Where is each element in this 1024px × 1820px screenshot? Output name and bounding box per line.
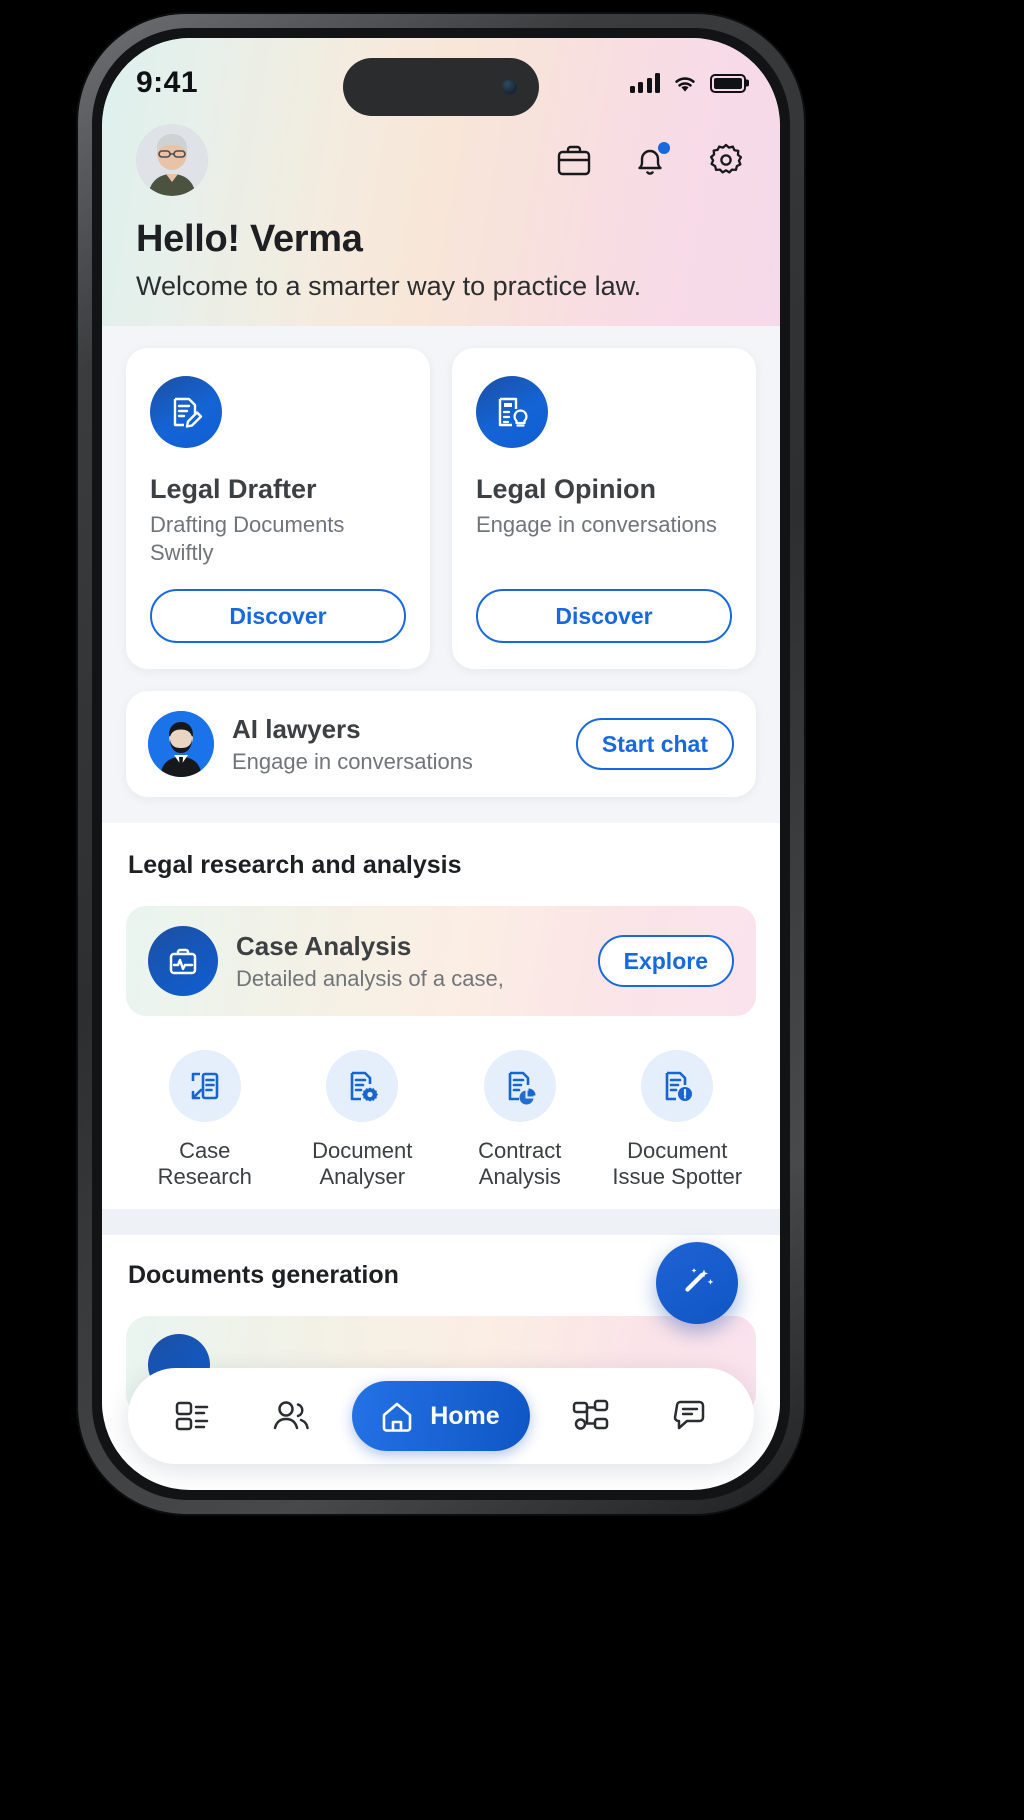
bottom-navigation: Home bbox=[128, 1368, 754, 1464]
quick-action-document-issue-spotter[interactable]: Document Issue Spotter bbox=[599, 1050, 757, 1191]
case-analysis-title: Case Analysis bbox=[236, 930, 412, 961]
card-subtitle: Drafting Documents Swiftly bbox=[150, 512, 345, 565]
briefcase-icon[interactable] bbox=[554, 140, 594, 180]
status-clock: 9:41 bbox=[136, 66, 199, 99]
label-line-1: Document bbox=[627, 1138, 728, 1163]
nav-item-home[interactable]: Home bbox=[352, 1381, 530, 1451]
label-line-1: Case bbox=[179, 1138, 231, 1163]
lawyer-avatar-icon bbox=[148, 711, 214, 777]
workflow-icon bbox=[572, 1399, 609, 1430]
header-row bbox=[136, 124, 746, 196]
card-legal-opinion[interactable]: Legal Opinion Engage in conversations Di… bbox=[452, 348, 756, 669]
section-divider bbox=[102, 1208, 780, 1235]
document-chart-icon bbox=[483, 1050, 556, 1122]
quick-action-case-research[interactable]: Case Research bbox=[126, 1050, 284, 1191]
document-alert-icon bbox=[641, 1050, 714, 1122]
ai-lawyers-text: AI lawyers Engage in conversations bbox=[232, 714, 558, 775]
discover-button-drafter[interactable]: Discover bbox=[150, 589, 406, 643]
quick-actions-grid: Case Research Document Analyser Contract… bbox=[126, 1050, 756, 1191]
quick-action-label: Case Research bbox=[158, 1138, 252, 1191]
document-lightbulb-icon bbox=[476, 376, 548, 448]
label-line-1: Contract bbox=[478, 1138, 562, 1163]
screenshot-root: 9:41 Hello! Verma Welcome to a smarter w… bbox=[0, 0, 1024, 1820]
document-edit-icon bbox=[150, 376, 222, 448]
quick-action-label: Document Analyser bbox=[312, 1138, 412, 1191]
quick-action-label: Contract Analysis bbox=[478, 1138, 561, 1191]
ai-assistant-fab[interactable] bbox=[656, 1242, 738, 1324]
status-indicators bbox=[629, 73, 746, 94]
front-camera-icon bbox=[502, 79, 517, 95]
ai-lawyers-subtitle: Engage in conversations bbox=[232, 748, 473, 774]
avatar[interactable] bbox=[136, 124, 208, 196]
nav-item-workflow[interactable] bbox=[553, 1383, 629, 1449]
hero-header: 9:41 Hello! Verma Welcome to a smarter w… bbox=[102, 38, 780, 326]
label-line-1: Document bbox=[312, 1138, 413, 1163]
case-analysis-text: Case Analysis Detailed analysis of a cas… bbox=[236, 931, 580, 992]
card-title: Legal Opinion bbox=[476, 474, 656, 504]
quick-action-contract-analysis[interactable]: Contract Analysis bbox=[441, 1050, 599, 1191]
dynamic-island bbox=[343, 58, 539, 116]
card-case-analysis[interactable]: Case Analysis Detailed analysis of a cas… bbox=[126, 906, 756, 1016]
battery-full-icon bbox=[710, 73, 746, 93]
start-chat-button[interactable]: Start chat bbox=[575, 718, 734, 770]
card-ai-lawyers[interactable]: AI lawyers Engage in conversations Start… bbox=[126, 691, 756, 797]
page-title: Hello! Verma bbox=[136, 218, 363, 260]
ai-lawyers-title: AI lawyers bbox=[232, 713, 361, 744]
wifi-icon bbox=[675, 76, 695, 92]
gear-icon[interactable] bbox=[706, 140, 746, 180]
card-legal-drafter[interactable]: Legal Drafter Drafting Documents Swiftly… bbox=[126, 348, 430, 669]
home-icon bbox=[382, 1402, 412, 1432]
nav-home-label: Home bbox=[430, 1401, 500, 1430]
quick-action-document-analyser[interactable]: Document Analyser bbox=[284, 1050, 442, 1191]
case-analysis-subtitle: Detailed analysis of a case, bbox=[236, 965, 504, 991]
chat-bubble-icon bbox=[674, 1400, 705, 1430]
nav-item-community[interactable] bbox=[253, 1383, 329, 1449]
bell-icon[interactable] bbox=[630, 140, 670, 180]
quick-action-label: Document Issue Spotter bbox=[612, 1138, 742, 1191]
explore-button[interactable]: Explore bbox=[597, 935, 734, 987]
card-subtitle: Engage in conversations bbox=[476, 512, 717, 537]
label-line-2: Issue Spotter bbox=[612, 1164, 743, 1190]
feature-card-row: Legal Drafter Drafting Documents Swiftly… bbox=[126, 348, 756, 669]
status-bar: 9:41 bbox=[136, 38, 746, 116]
card-title: Legal Drafter bbox=[150, 474, 317, 504]
label-line-2: Analyser bbox=[319, 1164, 406, 1190]
notification-badge bbox=[658, 142, 670, 154]
cellular-bars-icon bbox=[629, 73, 660, 93]
nav-item-chat[interactable] bbox=[652, 1383, 728, 1449]
phone-screen: 9:41 Hello! Verma Welcome to a smarter w… bbox=[102, 38, 780, 1490]
nav-item-dashboard[interactable] bbox=[154, 1383, 230, 1449]
briefcase-pulse-icon bbox=[148, 926, 218, 996]
label-line-2: Analysis bbox=[478, 1164, 561, 1190]
section-heading-research: Legal research and analysis bbox=[128, 851, 462, 879]
page-subtitle: Welcome to a smarter way to practice law… bbox=[136, 271, 642, 301]
header-icon-group bbox=[554, 140, 746, 180]
dashboard-icon bbox=[175, 1401, 208, 1431]
magic-wand-sparkles-icon bbox=[685, 1268, 714, 1292]
label-line-2: Research bbox=[157, 1164, 252, 1190]
discover-button-opinion[interactable]: Discover bbox=[476, 589, 732, 643]
case-research-icon bbox=[168, 1050, 241, 1122]
people-icon bbox=[273, 1401, 309, 1430]
feature-section: Legal Drafter Drafting Documents Swiftly… bbox=[102, 326, 780, 823]
document-gear-icon bbox=[326, 1050, 399, 1122]
legal-research-section: Legal research and analysis Case Analysi… bbox=[102, 823, 780, 1209]
